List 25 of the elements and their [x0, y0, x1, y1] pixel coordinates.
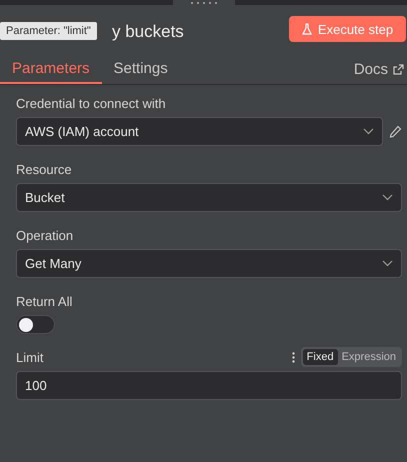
input-field[interactable]: 100 [16, 371, 402, 400]
dropdown[interactable]: Get Many [16, 249, 402, 278]
chevron-down-icon [363, 128, 374, 135]
field-label: Credential to connect with [16, 96, 166, 110]
tab[interactable]: Settings [102, 54, 180, 84]
toggle-switch[interactable] [16, 315, 55, 334]
mode-option[interactable]: Expression [338, 349, 400, 365]
drag-handle-icon[interactable] [172, 0, 234, 6]
more-options-icon[interactable] [292, 352, 295, 362]
field-label: Limit [16, 350, 44, 364]
external-link-icon [393, 64, 404, 74]
chevron-down-icon [382, 260, 393, 267]
dropdown[interactable]: Bucket [16, 183, 402, 212]
docs-link[interactable]: Docs [354, 54, 407, 84]
dropdown[interactable]: AWS (IAM) account [16, 117, 383, 146]
mode-option[interactable]: Fixed [302, 349, 338, 365]
tooltip: Parameter: "limit" [0, 22, 97, 40]
tab[interactable]: Parameters [0, 54, 102, 84]
pencil-icon[interactable] [389, 125, 402, 138]
field-label: Operation [16, 228, 74, 242]
flask-icon [302, 23, 312, 35]
chevron-down-icon [382, 194, 393, 201]
field-label: Resource [16, 162, 72, 176]
node-title: y buckets [112, 22, 184, 42]
field-label: Return All [16, 294, 72, 308]
